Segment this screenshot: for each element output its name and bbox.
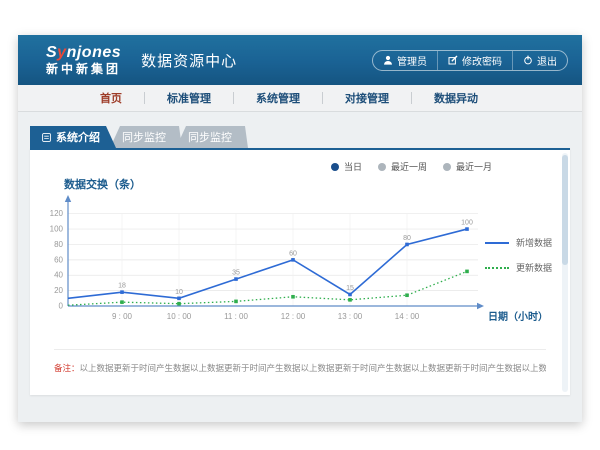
radio-icon — [331, 163, 339, 171]
logout-button[interactable]: 退出 — [512, 51, 567, 70]
nav-item-system-mgmt[interactable]: 系统管理 — [234, 90, 322, 106]
header: Synjones 新中新集团 数据资源中心 管理员 修改密码 — [18, 35, 582, 85]
logo-accent-letter: y — [57, 44, 66, 61]
nav-item-interface-mgmt[interactable]: 对接管理 — [323, 90, 411, 106]
svg-text:35: 35 — [232, 270, 240, 277]
svg-text:11 : 00: 11 : 00 — [224, 312, 248, 321]
radio-today[interactable]: 当日 — [331, 160, 362, 173]
change-password-button[interactable]: 修改密码 — [437, 51, 512, 70]
legend-line-sample — [485, 267, 509, 269]
edit-icon — [448, 55, 458, 65]
svg-text:15: 15 — [346, 285, 354, 292]
legend-label: 新增数据 — [516, 236, 552, 249]
svg-text:13 : 00: 13 : 00 — [338, 312, 363, 321]
admin-user-button[interactable]: 管理员 — [373, 51, 437, 70]
app-window: Synjones 新中新集团 数据资源中心 管理员 修改密码 — [18, 35, 582, 422]
tab-sync-monitor-1[interactable]: 同步监控 — [110, 126, 182, 148]
svg-text:80: 80 — [54, 240, 63, 249]
logo-wordmark: Synjones — [46, 45, 121, 61]
legend-item-updated-data[interactable]: 更新数据 — [485, 261, 552, 274]
scrollbar-thumb[interactable] — [562, 155, 568, 265]
svg-text:9 : 00: 9 : 00 — [112, 312, 133, 321]
tab-label: 同步监控 — [122, 129, 166, 145]
change-password-label: 修改密码 — [462, 53, 502, 68]
time-range-filter: 当日 最近一周 最近一月 — [331, 160, 492, 173]
logout-icon — [523, 55, 533, 65]
nav-item-home[interactable]: 首页 — [78, 90, 144, 106]
svg-text:0: 0 — [59, 302, 64, 311]
card-scrollbar — [562, 153, 568, 392]
radio-last-week[interactable]: 最近一周 — [378, 160, 427, 173]
chart-legend: 新增数据 更新数据 — [485, 236, 552, 274]
content-card: 当日 最近一周 最近一月 数据交换（条） 0 20 40 60 80 100 120 9 : … — [30, 148, 570, 395]
legend-line-sample — [485, 242, 509, 244]
radio-last-month[interactable]: 最近一月 — [443, 160, 492, 173]
tab-sync-monitor-2[interactable]: 同步监控 — [176, 126, 248, 148]
svg-text:100: 100 — [50, 225, 64, 234]
radio-label: 最近一月 — [456, 160, 492, 173]
legend-label: 更新数据 — [516, 261, 552, 274]
tab-label: 同步监控 — [188, 129, 232, 145]
page-title: 数据资源中心 — [141, 50, 237, 71]
radio-label: 最近一周 — [391, 160, 427, 173]
svg-text:120: 120 — [50, 209, 64, 218]
footnote: 备注：以上数据更新于时间产生数据以上数据更新于时间产生数据以上数据更新于时间产生… — [54, 349, 546, 374]
legend-item-new-data[interactable]: 新增数据 — [485, 236, 552, 249]
svg-text:60: 60 — [54, 255, 63, 264]
svg-text:60: 60 — [289, 250, 297, 257]
radio-label: 当日 — [344, 160, 362, 173]
svg-text:10: 10 — [175, 289, 183, 296]
nav-item-standard-mgmt[interactable]: 标准管理 — [145, 90, 233, 106]
document-icon — [42, 133, 51, 142]
svg-text:日期（小时）: 日期（小时） — [488, 310, 548, 323]
svg-text:40: 40 — [54, 271, 63, 280]
tab-system-intro[interactable]: 系统介绍 — [30, 126, 116, 148]
svg-text:14 : 00: 14 : 00 — [395, 312, 420, 321]
footnote-prefix: 备注： — [54, 363, 80, 373]
nav-item-data-change[interactable]: 数据异动 — [412, 90, 500, 106]
radio-icon — [443, 163, 451, 171]
tab-bar: 系统介绍 同步监控 同步监控 — [30, 126, 570, 148]
admin-user-label: 管理员 — [397, 53, 427, 68]
svg-text:12 : 00: 12 : 00 — [281, 312, 306, 321]
y-axis-title: 数据交换（条） — [64, 176, 570, 192]
svg-text:100: 100 — [461, 220, 473, 227]
svg-text:18: 18 — [118, 283, 126, 290]
user-menu: 管理员 修改密码 退出 — [372, 50, 568, 71]
logo-company-name: 新中新集团 — [46, 63, 121, 75]
user-icon — [383, 55, 393, 65]
tab-label: 系统介绍 — [56, 129, 100, 145]
main-nav: 首页 标准管理 系统管理 对接管理 数据异动 — [18, 85, 582, 112]
svg-text:80: 80 — [403, 235, 411, 242]
svg-text:10 : 00: 10 : 00 — [167, 312, 192, 321]
logout-label: 退出 — [537, 53, 557, 68]
radio-icon — [378, 163, 386, 171]
company-logo: Synjones 新中新集团 — [46, 45, 121, 75]
svg-text:20: 20 — [54, 286, 63, 295]
footnote-text: 以上数据更新于时间产生数据以上数据更新于时间产生数据以上数据更新于时间产生数据以… — [80, 363, 546, 373]
